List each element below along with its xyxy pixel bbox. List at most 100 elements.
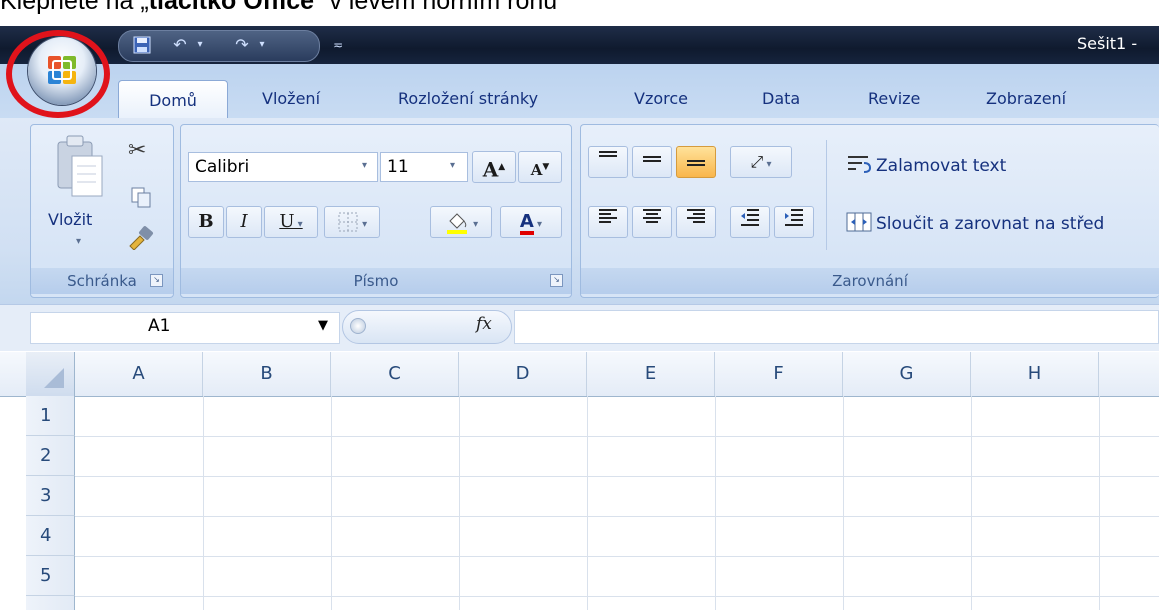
save-icon[interactable]	[132, 35, 152, 55]
row-header-2[interactable]: 2	[26, 436, 75, 476]
alignment-group-label: Zarovnání	[581, 268, 1159, 294]
gridline-col	[715, 396, 716, 610]
orientation-icon: ⤢	[750, 152, 764, 171]
tab-data[interactable]: Data	[762, 84, 800, 114]
font-name-dropdown-icon[interactable]: ▾	[362, 160, 367, 171]
column-header-d[interactable]: D	[459, 352, 587, 396]
font-dialog-launcher[interactable]: ↘	[550, 274, 563, 287]
instruction-caption: Klepněte na „tlačítko Office“ v levém ho…	[0, 0, 557, 16]
gridline-col	[587, 396, 588, 610]
column-header-a[interactable]: A	[75, 352, 203, 396]
align-right-icon	[687, 209, 705, 223]
formula-bar-handle-icon[interactable]	[350, 318, 366, 334]
gridline-col	[331, 396, 332, 610]
italic-button[interactable]: I	[226, 206, 262, 238]
align-bottom-icon	[687, 160, 705, 166]
font-name-combo[interactable]: Calibri	[188, 152, 378, 182]
font-group-label: Písmo	[181, 268, 571, 294]
name-box-value: A1	[148, 316, 171, 336]
font-size-value: 11	[387, 157, 409, 177]
column-header-e[interactable]: E	[587, 352, 715, 396]
tab-formulas[interactable]: Vzorce	[634, 84, 688, 114]
format-painter-icon[interactable]	[126, 226, 154, 254]
merge-center-icon[interactable]	[846, 212, 872, 236]
borders-icon	[338, 212, 358, 232]
decrease-indent-button[interactable]	[730, 206, 770, 238]
column-header-b[interactable]: B	[203, 352, 331, 396]
gridline-row	[75, 556, 1159, 557]
tab-home-label: Domů	[149, 91, 197, 110]
copy-icon[interactable]	[130, 186, 152, 212]
gridline-row	[75, 436, 1159, 437]
column-header-f[interactable]: F	[715, 352, 843, 396]
gridline-col	[843, 396, 844, 610]
insert-function-button[interactable]: fx	[476, 314, 492, 334]
gridline-row	[75, 596, 1159, 597]
caption-prefix: Klepněte na „	[0, 0, 149, 15]
decrease-indent-icon	[741, 209, 759, 226]
paste-icon[interactable]	[52, 134, 106, 204]
undo-icon[interactable]: ↶	[170, 35, 190, 55]
align-middle-icon	[643, 156, 661, 162]
clipboard-dialog-launcher[interactable]: ↘	[150, 274, 163, 287]
tab-view[interactable]: Zobrazení	[986, 84, 1066, 114]
gridline-col	[971, 396, 972, 610]
customize-qat-icon[interactable]: ≂	[328, 35, 348, 55]
align-center-button[interactable]	[632, 206, 672, 238]
row-header-partial[interactable]	[26, 596, 75, 610]
row-header-3[interactable]: 3	[26, 476, 75, 516]
increase-indent-button[interactable]	[774, 206, 814, 238]
align-left-icon	[599, 209, 617, 223]
wrap-text-button[interactable]: Zalamovat text	[876, 156, 1006, 176]
underline-label: U	[279, 211, 295, 232]
gridline-row	[75, 516, 1159, 517]
align-center-icon	[643, 209, 661, 223]
undo-dropdown-icon[interactable]: ▾	[190, 35, 210, 55]
tab-insert[interactable]: Vložení	[262, 84, 320, 114]
tab-home[interactable]: Domů	[118, 80, 228, 121]
grow-font-label: A	[482, 157, 499, 182]
fill-color-icon	[446, 213, 467, 234]
align-top-button[interactable]	[588, 146, 628, 178]
row-header-1[interactable]: 1	[26, 396, 75, 436]
orientation-button[interactable]: ⤢ ▾	[730, 146, 792, 178]
font-color-button[interactable]: A ▾	[500, 206, 562, 238]
column-header-g[interactable]: G	[843, 352, 971, 396]
tab-page-layout[interactable]: Rozložení stránky	[398, 84, 538, 114]
name-box[interactable]	[30, 312, 340, 344]
merge-center-button[interactable]: Sloučit a zarovnat na střed	[876, 214, 1104, 234]
tab-review[interactable]: Revize	[868, 84, 920, 114]
formula-input[interactable]	[514, 310, 1159, 344]
increase-indent-icon	[785, 209, 803, 226]
font-size-dropdown-icon[interactable]: ▾	[450, 160, 455, 171]
column-header-h[interactable]: H	[971, 352, 1099, 396]
name-box-dropdown-icon[interactable]: ▼	[318, 318, 328, 333]
wrap-text-icon[interactable]	[846, 154, 872, 180]
font-color-label: A	[519, 213, 534, 235]
annotation-highlight-circle	[6, 30, 110, 118]
select-all-icon	[44, 368, 64, 388]
row-header-4[interactable]: 4	[26, 516, 75, 556]
redo-icon[interactable]: ↷	[232, 35, 252, 55]
align-middle-button[interactable]	[632, 146, 672, 178]
column-header-c[interactable]: C	[331, 352, 459, 396]
align-left-button[interactable]	[588, 206, 628, 238]
align-bottom-button[interactable]	[676, 146, 716, 178]
cut-icon[interactable]: ✂	[128, 138, 146, 163]
redo-dropdown-icon[interactable]: ▾	[252, 35, 272, 55]
paste-label[interactable]: Vložit	[48, 210, 92, 229]
row-header-5[interactable]: 5	[26, 556, 75, 596]
font-name-value: Calibri	[195, 157, 250, 177]
bold-button[interactable]: B	[188, 206, 224, 238]
paste-dropdown-icon[interactable]: ▾	[76, 236, 81, 247]
fill-color-button[interactable]: ▾	[430, 206, 492, 238]
align-right-button[interactable]	[676, 206, 716, 238]
shrink-font-label: A	[530, 161, 543, 179]
grow-font-button[interactable]: A▲	[472, 151, 516, 183]
window-title: Sešit1 -	[1077, 34, 1138, 53]
column-header-partial[interactable]	[1099, 352, 1159, 396]
gridline-col	[1099, 396, 1100, 610]
shrink-font-button[interactable]: A▼	[518, 151, 562, 183]
borders-button[interactable]: ▾	[324, 206, 380, 238]
underline-button[interactable]: U ▾	[264, 206, 318, 238]
